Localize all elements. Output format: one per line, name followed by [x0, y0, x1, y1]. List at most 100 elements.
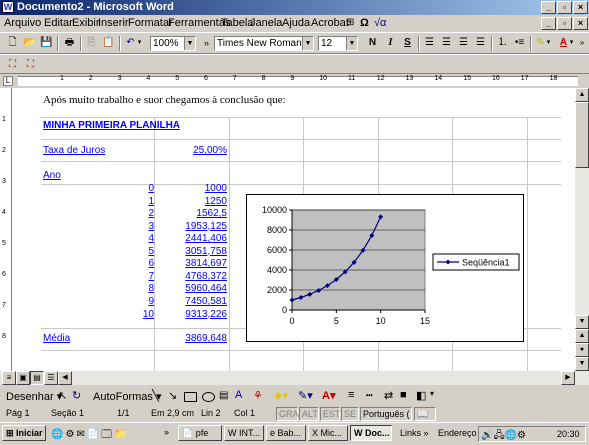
text-color-icon[interactable]: A▾ — [322, 389, 335, 402]
clipart-icon[interactable]: ⚘ — [253, 389, 263, 402]
embedded-chart[interactable]: 0 2000 4000 6000 8000 10000 0 5 10 15 Seqüência1 — [246, 194, 524, 342]
taskbar-item-pfe[interactable]: 📄 pfe — [178, 425, 222, 441]
value-cell[interactable]: 2441,406 — [162, 233, 227, 244]
doc-close-button[interactable]: × — [573, 17, 588, 30]
select-pointer-icon[interactable]: ↖ — [58, 389, 67, 402]
menu-ajuda[interactable]: Ajuda — [282, 17, 310, 29]
year-cell[interactable]: 7 — [104, 271, 154, 282]
dash-style-icon[interactable]: ┅ — [366, 389, 373, 402]
3d-icon[interactable]: ◧ — [416, 389, 426, 402]
year-cell[interactable]: 3 — [104, 221, 154, 232]
doc-minimize-button[interactable]: _ — [541, 17, 556, 30]
menu-editar[interactable]: Editar — [44, 17, 73, 29]
taskbar-item-doc[interactable]: W Doc... — [350, 425, 392, 441]
arrow-tool-icon[interactable]: ↘ — [168, 389, 177, 402]
value-cell[interactable]: 1250 — [162, 196, 227, 207]
outline-view-icon[interactable]: ☰ — [44, 371, 58, 385]
value-cell[interactable]: 9313,226 — [162, 309, 227, 320]
justify-icon[interactable]: ☰ — [472, 35, 489, 51]
shadow-icon[interactable]: ■ — [400, 389, 407, 401]
normal-view-icon[interactable]: ≡ — [2, 371, 16, 385]
italic-button[interactable]: I — [382, 35, 399, 51]
free-rotate-icon[interactable]: ↻ — [72, 389, 81, 402]
toolbar-more-icon[interactable]: ▾ — [430, 389, 434, 398]
new-document-icon[interactable]: 🗋 — [4, 35, 21, 51]
line-tool-icon[interactable]: ╲ — [152, 389, 159, 402]
value-cell[interactable]: 3814,697 — [162, 258, 227, 269]
font-color-dropdown-icon[interactable]: ▾ — [567, 35, 576, 51]
value-cell[interactable]: 1000 — [162, 183, 227, 194]
pdf-email-icon[interactable]: ⛶ — [22, 57, 39, 73]
status-language[interactable]: Português ( — [360, 407, 412, 421]
omega-symbol-icon[interactable]: Ω — [360, 17, 369, 29]
word-app-icon[interactable]: W — [2, 1, 14, 13]
zoom-select[interactable]: 100% ▼ — [150, 36, 196, 51]
menu-arquivo[interactable]: Arquivo — [4, 17, 41, 29]
value-cell[interactable]: 3051,758 — [162, 246, 227, 257]
tab-selector-icon[interactable]: L — [3, 76, 13, 86]
rectangle-tool-icon[interactable] — [184, 392, 197, 402]
maximize-button[interactable]: ▫ — [557, 1, 572, 14]
arrow-style-icon[interactable]: ⇄ — [384, 389, 393, 402]
underline-button[interactable]: S — [399, 35, 416, 51]
chevron-down-icon[interactable]: ▼ — [184, 37, 195, 50]
year-cell[interactable]: 6 — [104, 258, 154, 269]
rate-label[interactable]: Taxa de Juros — [43, 145, 105, 156]
taskbar-item-int[interactable]: W INT... — [224, 425, 264, 441]
open-folder-icon[interactable]: 📂 — [21, 35, 38, 51]
equation-icon[interactable]: √α — [374, 17, 386, 29]
status-ovr[interactable]: SE — [341, 407, 359, 421]
taskbar-item-mic[interactable]: X Mic... — [308, 425, 348, 441]
scroll-left-icon[interactable]: ◀ — [58, 371, 72, 385]
spreadsheet-heading[interactable]: MINHA PRIMEIRA PLANILHA — [43, 120, 180, 131]
year-cell[interactable]: 2 — [104, 208, 154, 219]
tray-icons[interactable]: 🔊🖧🌐⚙ — [481, 428, 526, 445]
textbox-tool-icon[interactable]: ▤ — [219, 390, 228, 401]
pdf-convert-icon[interactable]: ⛶ — [4, 57, 21, 73]
year-cell[interactable]: 5 — [104, 246, 154, 257]
year-cell[interactable]: 0 — [104, 183, 154, 194]
bullet-list-icon[interactable]: •≡ — [511, 35, 528, 51]
value-cell[interactable]: 7450,581 — [162, 296, 227, 307]
start-button[interactable]: ⊞ Iniciar — [2, 425, 46, 441]
year-label[interactable]: Ano — [43, 170, 61, 181]
taskbar-item-bab[interactable]: e Bab... — [266, 425, 306, 441]
address-toolbar[interactable]: Endereço — [438, 428, 477, 438]
year-cell[interactable]: 4 — [104, 233, 154, 244]
quick-launch-icons[interactable]: 🌐⚙✉📄🗔📁 — [51, 427, 129, 444]
status-ext[interactable]: EST — [320, 407, 341, 421]
copy-icon[interactable]: ⎘ — [83, 35, 100, 51]
minimize-button[interactable]: _ — [541, 1, 556, 14]
toolbar-more-icon[interactable]: » — [577, 35, 587, 51]
print-layout-icon[interactable]: ▤ — [30, 371, 44, 385]
menu-exibir[interactable]: Exibir — [72, 17, 100, 29]
scroll-right-icon[interactable]: ▶ — [561, 371, 575, 385]
table-menu-icon[interactable]: ⊞ — [346, 17, 354, 28]
value-cell[interactable]: 5960,464 — [162, 283, 227, 294]
fill-color-icon[interactable]: ◈▾ — [274, 389, 288, 402]
print-icon[interactable]: 🖶 — [61, 35, 78, 51]
average-label[interactable]: Média — [43, 333, 70, 344]
value-cell[interactable]: 4768,372 — [162, 271, 227, 282]
value-cell[interactable]: 1562,5 — [162, 208, 227, 219]
scroll-up-icon[interactable]: ▲ — [575, 88, 589, 102]
line-style-icon[interactable]: ≡ — [348, 389, 354, 401]
chevron-down-icon[interactable]: ▼ — [346, 37, 357, 50]
spelling-status-icon[interactable]: 📖 — [414, 407, 436, 421]
year-cell[interactable]: 9 — [104, 296, 154, 307]
align-right-icon[interactable]: ☰ — [455, 35, 472, 51]
menu-inserir[interactable]: Inserir — [98, 17, 129, 29]
average-value[interactable]: 3869,648 — [162, 333, 227, 344]
close-button[interactable]: × — [573, 1, 588, 14]
menu-formatar[interactable]: Formatar — [128, 17, 173, 29]
chevron-down-icon[interactable]: ▼ — [302, 37, 313, 50]
previous-page-icon[interactable]: ▲ — [575, 329, 589, 343]
highlight-dropdown-icon[interactable]: ▾ — [544, 35, 553, 51]
browse-object-icon[interactable]: ● — [575, 343, 589, 357]
year-cell[interactable]: 1 — [104, 196, 154, 207]
next-page-icon[interactable]: ▼ — [575, 357, 589, 371]
oval-tool-icon[interactable] — [202, 392, 215, 402]
toolbar-more-icon[interactable]: » — [198, 35, 215, 51]
links-toolbar[interactable]: Links » — [400, 428, 429, 438]
quick-launch-more-icon[interactable]: » — [164, 427, 169, 437]
